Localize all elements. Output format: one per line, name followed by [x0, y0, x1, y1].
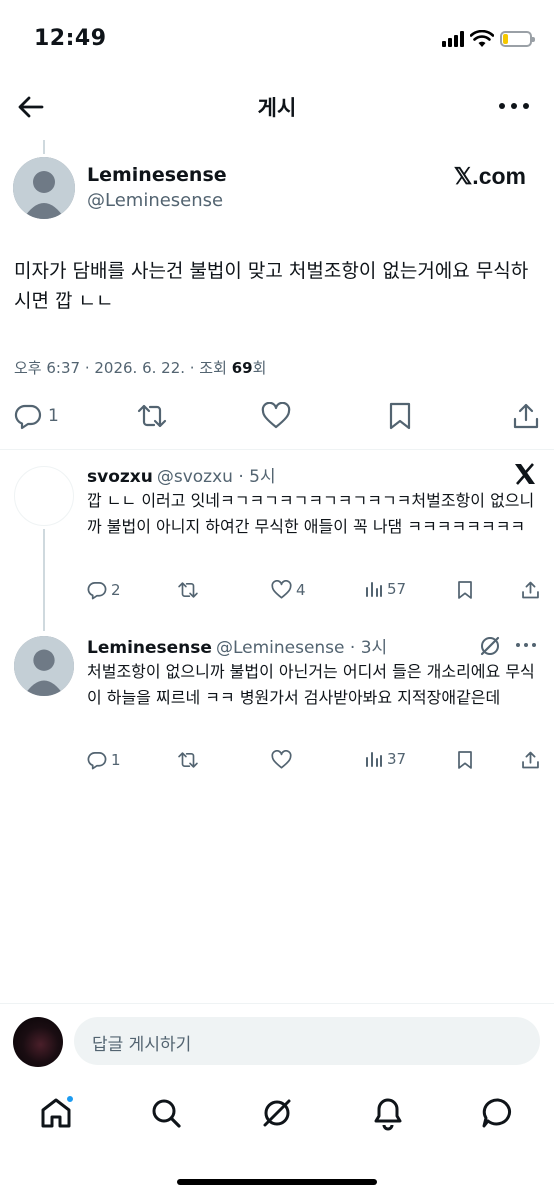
heart-icon	[271, 580, 292, 599]
author-handle[interactable]: @Leminesense	[87, 190, 223, 211]
bookmark-icon	[458, 581, 472, 599]
nav-grok[interactable]	[259, 1095, 295, 1131]
retweet-button[interactable]	[136, 402, 168, 430]
search-icon	[152, 1099, 181, 1128]
like-button[interactable]	[261, 402, 291, 430]
share-icon	[513, 403, 539, 429]
more-button[interactable]	[496, 92, 532, 120]
view-count[interactable]: 69	[232, 359, 253, 377]
more-dots-icon	[516, 643, 536, 647]
share-button[interactable]	[512, 402, 540, 430]
post-timestamp: 오후 6:37 · 2026. 6. 22. · 조회	[14, 359, 232, 377]
author-name[interactable]: Leminesense	[87, 164, 227, 186]
analytics-icon	[366, 582, 382, 597]
reply-count: 1	[48, 406, 59, 426]
like-button[interactable]	[271, 750, 292, 770]
reply-icon	[14, 404, 42, 430]
view-count: 37	[387, 750, 407, 768]
reply-author[interactable]: Leminesense @Leminesense · 3시	[87, 633, 387, 658]
view-count: 57	[387, 580, 407, 598]
bookmark-button[interactable]	[388, 402, 412, 430]
share-icon	[522, 751, 539, 769]
battery-icon	[500, 31, 535, 47]
divider	[0, 1003, 554, 1004]
page-title: 게시	[257, 96, 297, 120]
retweet-button[interactable]	[177, 580, 199, 600]
reply-more-button[interactable]	[514, 638, 538, 652]
retweet-icon	[178, 752, 198, 768]
default-avatar-icon	[14, 636, 74, 696]
heart-icon	[271, 750, 292, 769]
bookmark-icon	[389, 402, 411, 430]
wifi-icon	[470, 30, 494, 47]
divider	[0, 449, 554, 450]
thread-connector	[43, 529, 45, 631]
like-button[interactable]: 4	[271, 580, 306, 600]
share-icon	[522, 581, 539, 599]
reply-button[interactable]: 1	[87, 750, 121, 770]
heart-icon	[261, 402, 291, 429]
reply-corner	[512, 461, 538, 487]
notification-dot	[66, 1095, 74, 1103]
bookmark-button[interactable]	[457, 750, 473, 770]
avatar[interactable]	[14, 466, 74, 526]
notifications-icon	[374, 1098, 402, 1131]
views-button[interactable]: 37	[365, 750, 406, 768]
reply-author[interactable]: svozxu @svozxu · 5시	[87, 462, 276, 487]
avatar[interactable]	[14, 636, 74, 696]
retweet-icon	[137, 404, 167, 428]
cellular-signal-icon	[442, 31, 464, 47]
x-com-watermark: 𝕏.com	[453, 163, 526, 189]
bookmark-icon	[458, 751, 472, 769]
reply-button[interactable]: 2	[87, 580, 121, 600]
reply-button[interactable]: 1	[14, 402, 59, 430]
reply-input-placeholder: 답글 게시하기	[92, 1035, 192, 1055]
grok-icon	[263, 1099, 291, 1127]
more-dots-icon	[499, 103, 529, 109]
like-count: 4	[296, 581, 306, 599]
nav-notifications[interactable]	[370, 1095, 406, 1131]
nav-search[interactable]	[148, 1095, 184, 1131]
grok-icon	[480, 636, 500, 656]
grok-button[interactable]	[478, 634, 502, 658]
bookmark-button[interactable]	[457, 580, 473, 600]
reply-action-bar: 1 37	[87, 750, 539, 774]
avatar[interactable]	[13, 157, 75, 219]
reply-icon	[87, 581, 107, 600]
nav-messages[interactable]	[480, 1095, 516, 1131]
messages-icon	[482, 1098, 511, 1128]
reply-action-bar: 2 4 57	[87, 580, 539, 604]
post-meta: 오후 6:37 · 2026. 6. 22. · 조회 69회	[14, 357, 266, 378]
retweet-icon	[178, 582, 198, 598]
analytics-icon	[366, 752, 382, 767]
reply-author-handle: @Leminesense · 3시	[215, 638, 388, 658]
current-user-avatar[interactable]	[13, 1017, 63, 1067]
reply-count: 1	[111, 751, 121, 769]
reply-text: 처벌조항이 없으니까 불법이 아닌거는 어디서 들은 개소리에요 무식이 하늘을…	[87, 662, 535, 707]
x-logo-icon	[515, 463, 535, 485]
reply-author-handle: @svozxu · 5시	[156, 467, 276, 487]
share-button[interactable]	[521, 580, 540, 600]
bottom-nav	[0, 1095, 554, 1135]
view-suffix: 회	[252, 359, 267, 377]
post-text: 미자가 담배를 사는건 불법이 맞고 처벌조항이 없는거에요 무식하시면 깝 ㄴ…	[14, 260, 529, 312]
status-time: 12:49	[34, 26, 107, 51]
thread-connector	[43, 140, 45, 154]
home-indicator	[177, 1179, 377, 1185]
default-avatar-icon	[13, 157, 75, 219]
reply-text: 깝 ㄴㄴ 이러고 잇네ㅋㄱㅋㄱㅋㄱㅋㄱㅋㄱㅋㄱㅋ처벌조항이 없으니까 불법이 아…	[87, 491, 535, 536]
battery-level	[503, 34, 509, 44]
reply-count: 2	[111, 581, 121, 599]
views-button[interactable]: 57	[365, 580, 406, 598]
nav-home[interactable]	[38, 1095, 74, 1131]
reply-author-name: svozxu	[87, 467, 153, 487]
reply-icon	[87, 751, 107, 770]
retweet-button[interactable]	[177, 750, 199, 770]
status-icons	[442, 30, 535, 48]
post-action-bar: 1	[0, 398, 554, 434]
share-button[interactable]	[521, 750, 540, 770]
reply-author-name: Leminesense	[87, 638, 212, 658]
